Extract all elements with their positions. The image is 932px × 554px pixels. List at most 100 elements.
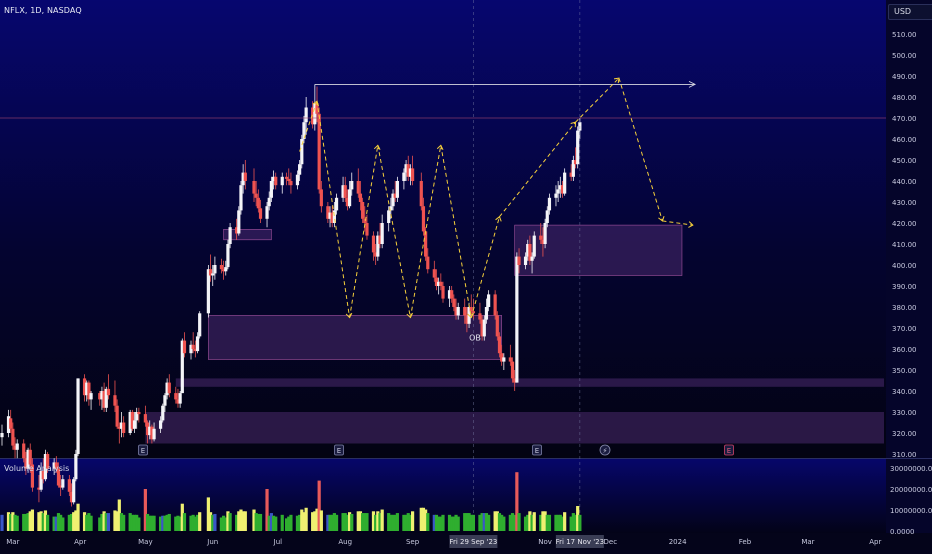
- candle-body[interactable]: [224, 267, 228, 272]
- candle-body[interactable]: [426, 256, 430, 270]
- candle-body[interactable]: [0, 433, 4, 438]
- candle-body[interactable]: [563, 172, 567, 194]
- candle-body[interactable]: [298, 164, 302, 175]
- candle-body[interactable]: [284, 176, 289, 179]
- candle-body[interactable]: [89, 393, 93, 400]
- candle-body[interactable]: [9, 418, 13, 429]
- candle-body[interactable]: [137, 412, 141, 415]
- candle-body[interactable]: [106, 388, 111, 396]
- candle-body[interactable]: [280, 176, 284, 186]
- candle-body[interactable]: [76, 378, 80, 454]
- candle-body[interactable]: [356, 181, 360, 194]
- candle-body[interactable]: [523, 256, 528, 265]
- candle-body[interactable]: [361, 202, 365, 219]
- candle-body[interactable]: [410, 168, 415, 181]
- candle-body[interactable]: [267, 197, 271, 207]
- candle-body[interactable]: [122, 422, 126, 434]
- candle-body[interactable]: [256, 197, 260, 209]
- candle-body[interactable]: [287, 178, 291, 181]
- candle-body[interactable]: [343, 185, 347, 198]
- candle-body[interactable]: [152, 428, 156, 440]
- candle-body[interactable]: [432, 269, 436, 278]
- earnings-icon[interactable]: E: [138, 444, 148, 456]
- candle-body[interactable]: [61, 479, 65, 488]
- zone-box[interactable]: [145, 412, 885, 444]
- candle-body[interactable]: [395, 181, 399, 198]
- candle-body[interactable]: [371, 235, 376, 253]
- candle-body[interactable]: [265, 206, 269, 219]
- candle-body[interactable]: [530, 256, 534, 261]
- candle-body[interactable]: [67, 479, 71, 492]
- currency-badge[interactable]: USD: [888, 4, 932, 20]
- candle-body[interactable]: [132, 420, 137, 429]
- candle-body[interactable]: [206, 269, 210, 314]
- candle-body[interactable]: [421, 206, 426, 232]
- candle-body[interactable]: [497, 336, 502, 354]
- candle-body[interactable]: [508, 357, 512, 362]
- candle-body[interactable]: [182, 340, 187, 354]
- candle-body[interactable]: [167, 382, 171, 394]
- candle-body[interactable]: [450, 290, 454, 299]
- candle-body[interactable]: [191, 344, 195, 349]
- candle-body[interactable]: [258, 208, 263, 219]
- candle-body[interactable]: [319, 189, 323, 207]
- candle-body[interactable]: [113, 395, 117, 406]
- candle-body[interactable]: [252, 181, 256, 194]
- candle-body[interactable]: [22, 443, 26, 459]
- candle-body[interactable]: [269, 181, 273, 198]
- candle-body[interactable]: [539, 235, 543, 240]
- earnings-icon[interactable]: E: [334, 444, 344, 456]
- candle-body[interactable]: [402, 172, 406, 181]
- candle-body[interactable]: [274, 176, 278, 186]
- candle-body[interactable]: [178, 393, 182, 404]
- candle-body[interactable]: [515, 256, 519, 383]
- candle-body[interactable]: [334, 197, 339, 211]
- chart-svg[interactable]: OB 510.00 500.00 490.00 480.00 470.00 460.00 4…: [0, 0, 932, 550]
- chart-canvas[interactable]: OB 510.00 500.00 490.00 480.00 470.00 460.00 4…: [0, 0, 932, 550]
- candle-body[interactable]: [487, 294, 491, 307]
- candle-body[interactable]: [576, 130, 580, 165]
- candle-body[interactable]: [219, 265, 224, 270]
- candle-body[interactable]: [478, 313, 482, 320]
- candle-body[interactable]: [547, 197, 552, 211]
- candle-body[interactable]: [143, 414, 147, 423]
- candle-body[interactable]: [228, 227, 232, 244]
- candle-body[interactable]: [554, 193, 558, 198]
- candle-body[interactable]: [74, 454, 78, 480]
- candle-body[interactable]: [510, 361, 515, 379]
- candle-body[interactable]: [441, 286, 445, 299]
- candle-body[interactable]: [419, 181, 423, 207]
- candle-body[interactable]: [532, 235, 536, 257]
- candle-body[interactable]: [424, 231, 428, 257]
- candle-body[interactable]: [211, 273, 215, 276]
- candle-body[interactable]: [347, 189, 352, 207]
- candle-body[interactable]: [15, 443, 19, 450]
- candle-body[interactable]: [295, 174, 300, 186]
- candle-body[interactable]: [115, 405, 119, 427]
- candle-body[interactable]: [502, 357, 506, 362]
- candle-body[interactable]: [387, 210, 391, 223]
- candle-body[interactable]: [72, 479, 76, 503]
- zone-box[interactable]: [514, 224, 683, 276]
- candle-body[interactable]: [198, 313, 202, 337]
- candle-body[interactable]: [158, 420, 163, 429]
- candle-body[interactable]: [226, 244, 230, 268]
- zone-box[interactable]: [175, 378, 885, 387]
- candle-body[interactable]: [365, 223, 369, 236]
- candle-body[interactable]: [484, 307, 489, 320]
- candle-body[interactable]: [161, 405, 165, 421]
- candle-body[interactable]: [239, 185, 243, 211]
- candle-body[interactable]: [358, 193, 363, 202]
- candle-body[interactable]: [456, 307, 460, 316]
- candle-body[interactable]: [452, 298, 456, 307]
- candle-body[interactable]: [350, 181, 354, 190]
- candle-body[interactable]: [517, 256, 521, 265]
- candle-body[interactable]: [163, 395, 167, 406]
- candle-body[interactable]: [545, 210, 549, 223]
- candle-body[interactable]: [543, 223, 547, 244]
- candle-body[interactable]: [463, 307, 467, 316]
- candle-body[interactable]: [237, 210, 241, 234]
- zone-box[interactable]: [208, 315, 502, 360]
- candle-body[interactable]: [195, 336, 200, 352]
- earnings-icon[interactable]: E: [532, 444, 542, 456]
